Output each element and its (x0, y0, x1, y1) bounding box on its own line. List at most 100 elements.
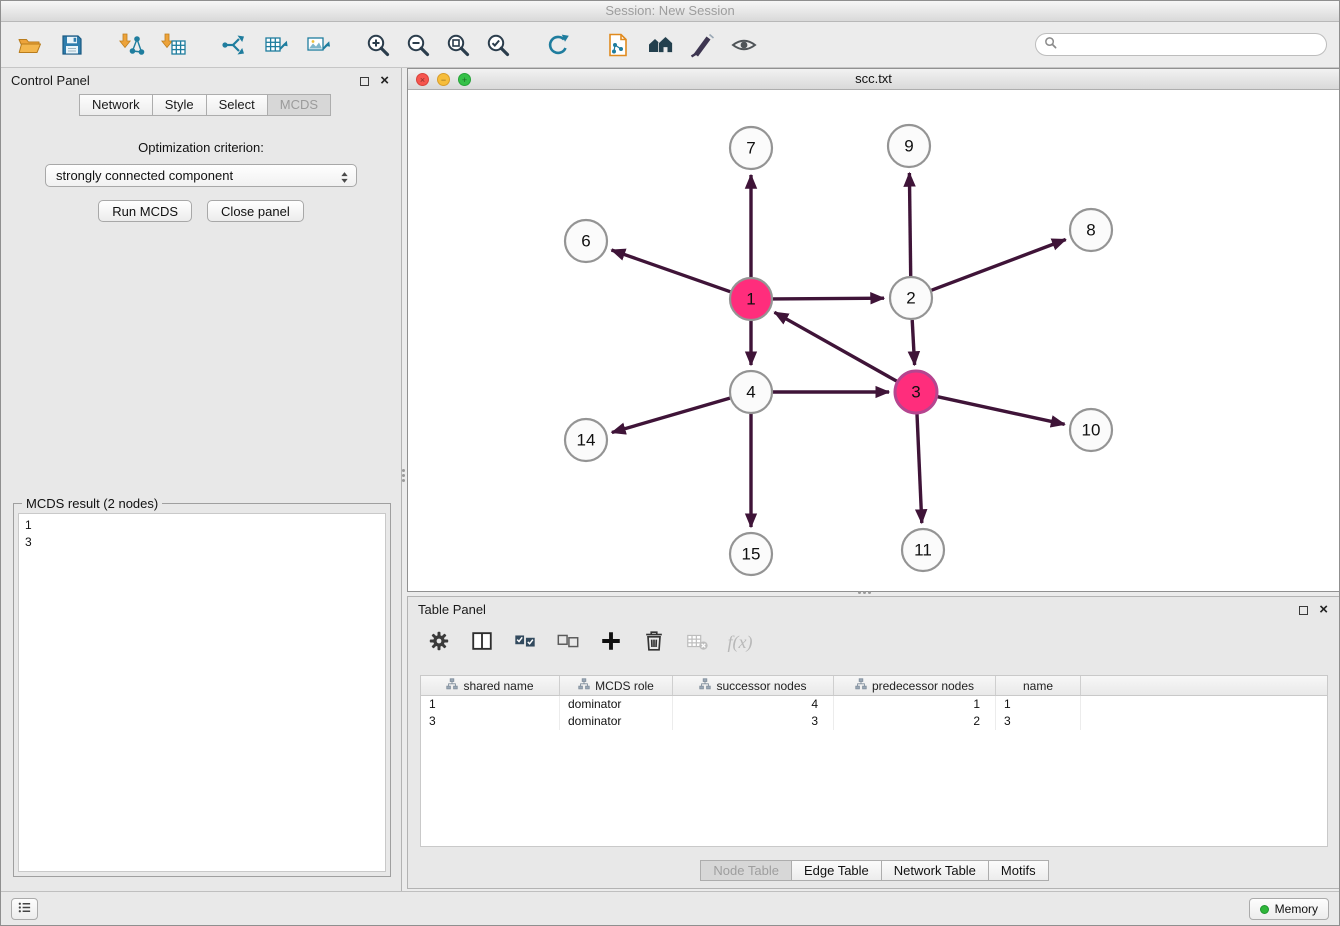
zoom-out-button[interactable] (401, 28, 435, 62)
maximize-window-button[interactable]: + (458, 73, 471, 86)
graph-node-4[interactable]: 4 (730, 371, 772, 413)
graph-node-15[interactable]: 15 (730, 533, 772, 575)
export-image-button[interactable] (301, 28, 335, 62)
save-session-icon (59, 32, 85, 58)
cell-name[interactable]: 1 (996, 696, 1081, 713)
network-window-title: scc.txt (855, 71, 892, 86)
cell-successor-nodes[interactable]: 3 (673, 713, 834, 730)
cell-name[interactable]: 3 (996, 713, 1081, 730)
brush-button[interactable] (685, 28, 719, 62)
graph-edge-2-8[interactable] (932, 240, 1066, 291)
graph-node-14[interactable]: 14 (565, 419, 607, 461)
select-all-button[interactable] (510, 627, 540, 657)
zoom-in-button[interactable] (361, 28, 395, 62)
close-table-panel-icon[interactable]: × (1319, 603, 1328, 617)
gear-icon (427, 629, 451, 656)
criterion-dropdown[interactable]: strongly connected component (45, 164, 357, 187)
table-row[interactable]: 3 dominator 3 2 3 (421, 713, 1327, 730)
graph-edge-3-10[interactable] (938, 397, 1065, 425)
network-canvas[interactable]: 7 9 6 8 1 2 4 3 14 10 15 11 (408, 90, 1339, 591)
graph-edge-3-11[interactable] (917, 414, 922, 523)
graph-node-11[interactable]: 11 (902, 529, 944, 571)
graph-edge-2-9[interactable] (909, 173, 910, 276)
graph-edge-1-2[interactable] (773, 298, 884, 299)
tab-network-table[interactable]: Network Table (881, 860, 989, 881)
tab-node-table[interactable]: Node Table (700, 860, 792, 881)
column-header-shared-name[interactable]: shared name (421, 676, 560, 695)
eye-button[interactable] (727, 28, 761, 62)
horizontal-splitter-handle[interactable] (856, 590, 872, 595)
close-panel-icon[interactable]: × (380, 74, 389, 88)
tab-edge-table[interactable]: Edge Table (791, 860, 882, 881)
cell-shared-name[interactable]: 1 (421, 696, 560, 713)
new-network-button[interactable] (217, 28, 251, 62)
close-panel-button[interactable]: Close panel (207, 200, 304, 222)
graph-edge-1-6[interactable] (612, 250, 731, 292)
vertical-splitter-handle[interactable] (401, 467, 406, 483)
column-header-predecessor-nodes[interactable]: predecessor nodes (834, 676, 996, 695)
svg-text:10: 10 (1082, 421, 1101, 440)
zoom-fit-button[interactable] (441, 28, 475, 62)
float-table-panel-icon[interactable] (1299, 606, 1308, 615)
column-tree-icon (446, 678, 458, 693)
svg-text:8: 8 (1086, 221, 1095, 240)
network-window-titlebar[interactable]: × − + scc.txt (408, 69, 1339, 90)
graph-edge-3-1[interactable] (775, 312, 897, 381)
open-file-button[interactable] (13, 28, 47, 62)
document-network-button[interactable] (601, 28, 635, 62)
mcds-result-list[interactable]: 1 3 (18, 513, 386, 872)
cell-predecessor-nodes[interactable]: 2 (834, 713, 996, 730)
graph-node-9[interactable]: 9 (888, 125, 930, 167)
import-table-button[interactable] (157, 28, 191, 62)
network-graph[interactable]: 7 9 6 8 1 2 4 3 14 10 15 11 (408, 90, 1339, 591)
zoom-selected-button[interactable] (481, 28, 515, 62)
graph-node-8[interactable]: 8 (1070, 209, 1112, 251)
minimize-window-button[interactable]: − (437, 73, 450, 86)
close-window-button[interactable]: × (416, 73, 429, 86)
tab-mcds[interactable]: MCDS (267, 94, 331, 116)
tab-motifs[interactable]: Motifs (988, 860, 1049, 881)
task-history-button[interactable] (11, 898, 38, 920)
tab-select[interactable]: Select (206, 94, 268, 116)
column-header-name[interactable]: name (996, 676, 1081, 695)
column-header-successor-nodes[interactable]: successor nodes (673, 676, 834, 695)
tab-network[interactable]: Network (79, 94, 153, 116)
home-network-button[interactable] (643, 28, 677, 62)
cell-successor-nodes[interactable]: 4 (673, 696, 834, 713)
cell-mcds-role[interactable]: dominator (560, 713, 673, 730)
graph-node-6[interactable]: 6 (565, 220, 607, 262)
column-layout-icon (470, 629, 494, 656)
svg-text:11: 11 (914, 541, 932, 560)
column-header-mcds-role[interactable]: MCDS role (560, 676, 673, 695)
table-settings-button[interactable] (424, 627, 454, 657)
cell-shared-name[interactable]: 3 (421, 713, 560, 730)
graph-node-2[interactable]: 2 (890, 277, 932, 319)
search-box[interactable] (1035, 33, 1327, 56)
graph-edge-4-14[interactable] (612, 398, 730, 432)
run-mcds-button[interactable]: Run MCDS (98, 200, 192, 222)
mcds-result-title: MCDS result (2 nodes) (22, 496, 162, 511)
tab-style[interactable]: Style (152, 94, 207, 116)
network-view-window: × − + scc.txt 7 9 6 8 1 2 4 3 14 10 15 11 (407, 68, 1340, 592)
add-column-button[interactable] (596, 627, 626, 657)
graph-node-3[interactable]: 3 (895, 371, 937, 413)
table-row[interactable]: 1 dominator 4 1 1 (421, 696, 1327, 713)
float-panel-icon[interactable] (360, 77, 369, 86)
graph-node-10[interactable]: 10 (1070, 409, 1112, 451)
cell-predecessor-nodes[interactable]: 1 (834, 696, 996, 713)
import-network-button[interactable] (115, 28, 149, 62)
cell-mcds-role[interactable]: dominator (560, 696, 673, 713)
delete-column-button[interactable] (639, 627, 669, 657)
column-visibility-button[interactable] (467, 627, 497, 657)
add-icon (599, 629, 623, 656)
save-session-button[interactable] (55, 28, 89, 62)
graph-node-1[interactable]: 1 (730, 278, 772, 320)
refresh-button[interactable] (541, 28, 575, 62)
search-input[interactable] (1062, 38, 1318, 52)
refresh-icon (545, 32, 571, 58)
deselect-all-button[interactable] (553, 627, 583, 657)
graph-edge-2-3[interactable] (912, 320, 914, 365)
memory-button[interactable]: Memory (1249, 898, 1329, 920)
new-table-button[interactable] (259, 28, 293, 62)
graph-node-7[interactable]: 7 (730, 127, 772, 169)
